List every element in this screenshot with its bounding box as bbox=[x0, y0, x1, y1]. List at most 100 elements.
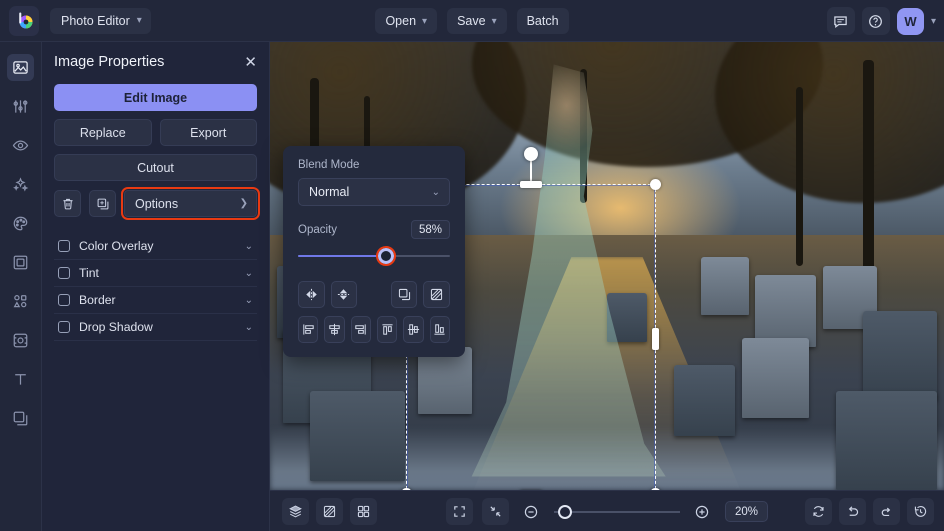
reset-button[interactable] bbox=[805, 498, 832, 525]
resize-handle-right[interactable] bbox=[652, 328, 659, 350]
edit-image-label: Edit Image bbox=[124, 91, 187, 105]
zoom-out-button[interactable] bbox=[518, 498, 545, 525]
zoom-slider[interactable] bbox=[554, 504, 680, 520]
export-button[interactable]: Export bbox=[160, 119, 258, 146]
frame-border-icon bbox=[12, 254, 29, 271]
align-top-button[interactable] bbox=[377, 316, 397, 343]
history-button[interactable] bbox=[907, 498, 934, 525]
rail-item-adjustments[interactable] bbox=[7, 93, 34, 120]
redo-button[interactable] bbox=[873, 498, 900, 525]
effect-row-border[interactable]: Border ⌄ bbox=[54, 287, 257, 314]
effect-label: Tint bbox=[79, 266, 236, 280]
opacity-value-badge: 58% bbox=[411, 220, 450, 239]
rail-item-frame[interactable] bbox=[7, 249, 34, 276]
cutout-button[interactable]: Cutout bbox=[54, 154, 257, 181]
duplicate-icon bbox=[96, 197, 110, 211]
export-label: Export bbox=[190, 126, 226, 140]
open-label: Open bbox=[385, 14, 416, 28]
edit-image-button[interactable]: Edit Image bbox=[54, 84, 257, 111]
reset-rotate-icon bbox=[811, 504, 826, 519]
transform-tool-grid bbox=[298, 281, 450, 343]
effects-list: Color Overlay ⌄ Tint ⌄ Border ⌄ Drop Sha… bbox=[54, 233, 257, 341]
fit-screen-button[interactable] bbox=[446, 498, 473, 525]
save-button[interactable]: Save ▾ bbox=[447, 8, 507, 34]
align-middle-vertical-button[interactable] bbox=[403, 316, 423, 343]
chevron-down-icon[interactable]: ⌄ bbox=[245, 295, 253, 306]
rail-item-shapes[interactable] bbox=[7, 288, 34, 315]
opacity-slider[interactable] bbox=[298, 247, 450, 265]
align-right-button[interactable] bbox=[351, 316, 371, 343]
align-center-horizontal-button[interactable] bbox=[324, 316, 344, 343]
shapes-icon bbox=[12, 293, 29, 310]
effect-row-tint[interactable]: Tint ⌄ bbox=[54, 260, 257, 287]
effect-row-drop-shadow[interactable]: Drop Shadow ⌄ bbox=[54, 314, 257, 341]
tint-checkbox[interactable] bbox=[58, 267, 70, 279]
rail-item-retouch[interactable] bbox=[7, 132, 34, 159]
drop-shadow-checkbox[interactable] bbox=[58, 321, 70, 333]
image-properties-panel: Image Properties ✕ Edit Image Replace Ex… bbox=[42, 42, 270, 531]
replace-button[interactable]: Replace bbox=[54, 119, 152, 146]
avatar-initial: W bbox=[904, 14, 916, 29]
layers-overlay-icon bbox=[12, 410, 29, 427]
transform-row-2 bbox=[298, 316, 450, 343]
chevron-down-icon[interactable]: ⌄ bbox=[245, 322, 253, 333]
rail-item-color[interactable] bbox=[7, 210, 34, 237]
color-overlay-checkbox[interactable] bbox=[58, 240, 70, 252]
text-tool-icon bbox=[12, 371, 29, 388]
rail-item-effects[interactable] bbox=[7, 171, 34, 198]
cutout-label: Cutout bbox=[137, 161, 174, 175]
app-menu-dropdown[interactable]: Photo Editor ▾ bbox=[50, 8, 151, 34]
opacity-row: Opacity 58% bbox=[298, 220, 450, 239]
photo-editor-app: Photo Editor ▾ Open ▾ Save ▾ Batch bbox=[0, 0, 944, 531]
rail-item-layers[interactable] bbox=[7, 405, 34, 432]
help-circle-icon bbox=[868, 14, 883, 29]
mask-toggle-button[interactable] bbox=[316, 498, 343, 525]
shrink-button[interactable] bbox=[482, 498, 509, 525]
undo-icon bbox=[845, 504, 860, 519]
flip-horizontal-button[interactable] bbox=[298, 281, 325, 308]
app-logo-button[interactable] bbox=[9, 6, 39, 36]
avatar[interactable]: W bbox=[897, 8, 924, 35]
mask-button[interactable] bbox=[423, 281, 450, 308]
flip-horizontal-icon bbox=[304, 287, 319, 302]
rail-item-image[interactable] bbox=[7, 54, 34, 81]
layers-button[interactable] bbox=[282, 498, 309, 525]
close-icon[interactable]: ✕ bbox=[244, 55, 257, 70]
rail-item-text[interactable] bbox=[7, 366, 34, 393]
help-button[interactable] bbox=[862, 7, 890, 35]
align-bottom-button[interactable] bbox=[430, 316, 450, 343]
batch-button[interactable]: Batch bbox=[517, 8, 569, 34]
zoom-level-badge: 20% bbox=[725, 501, 768, 522]
resize-handle-top[interactable] bbox=[520, 181, 542, 188]
delete-button[interactable] bbox=[54, 190, 81, 217]
resize-handle-top-right[interactable] bbox=[650, 179, 661, 190]
mask-icon bbox=[322, 504, 337, 519]
zoom-slider-thumb[interactable] bbox=[558, 505, 572, 519]
align-left-button[interactable] bbox=[298, 316, 318, 343]
replace-label: Replace bbox=[80, 126, 126, 140]
trash-icon bbox=[61, 197, 75, 211]
effect-row-color-overlay[interactable]: Color Overlay ⌄ bbox=[54, 233, 257, 260]
blend-mode-select[interactable]: Normal ⌄ bbox=[298, 178, 450, 206]
zoom-out-icon bbox=[523, 504, 539, 520]
undo-button[interactable] bbox=[839, 498, 866, 525]
account-chevron-down-icon[interactable]: ▾ bbox=[931, 16, 936, 27]
duplicate-button[interactable] bbox=[89, 190, 116, 217]
opacity-slider-thumb[interactable] bbox=[378, 248, 394, 264]
comment-button[interactable] bbox=[827, 7, 855, 35]
panel-action-row: Options ❯ bbox=[54, 190, 257, 217]
border-checkbox[interactable] bbox=[58, 294, 70, 306]
sparkles-effects-icon bbox=[12, 176, 29, 193]
color-wheel-logo-icon bbox=[15, 11, 34, 30]
open-button[interactable]: Open ▾ bbox=[375, 8, 437, 34]
rotation-handle[interactable] bbox=[524, 147, 538, 161]
duplicate-layer-button[interactable] bbox=[391, 281, 418, 308]
grid-view-button[interactable] bbox=[350, 498, 377, 525]
chevron-down-icon[interactable]: ⌄ bbox=[245, 268, 253, 279]
zoom-in-button[interactable] bbox=[689, 498, 716, 525]
flip-vertical-button[interactable] bbox=[331, 281, 358, 308]
replace-export-row: Replace Export bbox=[54, 119, 257, 146]
options-button[interactable]: Options ❯ bbox=[124, 190, 257, 217]
rail-item-focus[interactable] bbox=[7, 327, 34, 354]
chevron-down-icon[interactable]: ⌄ bbox=[245, 241, 253, 252]
